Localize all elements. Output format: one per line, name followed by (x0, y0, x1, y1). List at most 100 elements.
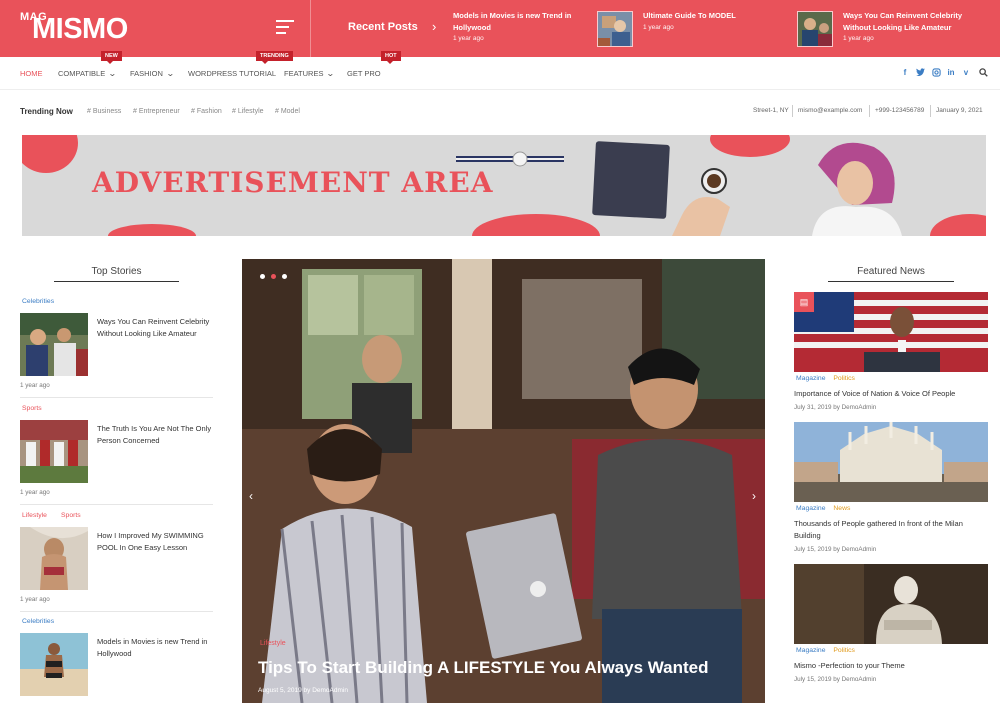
trending-tag-lifestyle[interactable]: # Lifestyle (232, 108, 264, 115)
divider (930, 105, 931, 117)
featured-image[interactable] (794, 422, 988, 502)
category-lifestyle[interactable]: Lifestyle (22, 512, 47, 519)
nav-label: WORDPRESS TUTORIAL (188, 69, 277, 78)
recent-posts-label: Recent Posts (348, 21, 418, 33)
top-stories-title: Top Stories (91, 266, 142, 277)
story-title[interactable]: Models in Movies is new Trend in Hollywo… (97, 636, 212, 659)
nav-item-wordpress-tutorial[interactable]: WORDPRESS TUTORIAL TRENDING (188, 51, 293, 78)
featured-image[interactable] (794, 292, 988, 372)
trending-tag-business[interactable]: # Business (87, 108, 121, 115)
site-logo[interactable]: MAG MISMO (20, 10, 150, 48)
featured-image[interactable] (794, 564, 988, 644)
category-magazine[interactable]: Magazine (796, 375, 825, 382)
hot-badge: HOT (381, 51, 401, 64)
story-title[interactable]: Ways You Can Reinvent Celebrity Without … (97, 316, 212, 339)
nav-item-fashion[interactable]: FASHION ⌄ (130, 69, 175, 78)
category-politics[interactable]: Politics (833, 647, 855, 654)
story-thumbnail[interactable] (20, 420, 88, 483)
nav-item-features[interactable]: FEATURES ⌄ (284, 69, 335, 78)
advertisement-banner[interactable]: ADVERTISEMENT AREA (22, 135, 986, 236)
recent-post-3[interactable]: Ways You Can Reinvent Celebrity Without … (843, 10, 973, 48)
nav-item-get-pro[interactable]: GET PRO HOT (347, 51, 401, 78)
linkedin-icon[interactable]: in (946, 68, 956, 78)
site-header: MAG MISMO Recent Posts › Models in Movie… (0, 0, 1000, 57)
featured-categories: Magazine Politics (796, 375, 855, 382)
recent-post-thumbnail[interactable] (797, 11, 833, 47)
nav-label: FASHION (130, 69, 163, 78)
story-title[interactable]: The Truth Is You Are Not The Only Person… (97, 423, 212, 446)
logo-name: MISMO (32, 13, 128, 45)
story-time: 1 year ago (20, 489, 50, 496)
divider (869, 105, 870, 117)
category-magazine[interactable]: Magazine (796, 505, 825, 512)
recent-post-time: 1 year ago (643, 23, 674, 31)
hamburger-menu-icon[interactable] (276, 20, 294, 34)
story-thumbnail[interactable] (20, 633, 88, 696)
slider-next-button[interactable]: › (752, 489, 756, 503)
slider-dot-active[interactable] (271, 274, 276, 279)
slide-category[interactable]: Lifestyle (260, 640, 286, 647)
advertisement-text: ADVERTISEMENT AREA (92, 166, 494, 199)
vimeo-icon[interactable]: v (961, 68, 971, 78)
recent-post-time: 1 year ago (843, 35, 874, 42)
slider-prev-button[interactable]: ‹ (249, 489, 253, 503)
trending-badge: TRENDING (256, 51, 293, 64)
recent-post-title: Ways You Can Reinvent Celebrity Without … (843, 11, 963, 32)
story-thumbnail[interactable] (20, 313, 88, 376)
title-underline (54, 281, 179, 282)
nav-item-home[interactable]: HOME (20, 69, 43, 78)
trending-now-label: Trending Now (20, 107, 73, 116)
date-text: January 9, 2021 (936, 107, 983, 114)
divider (20, 397, 213, 398)
nav-item-compatible[interactable]: COMPATIBLE ⌄ NEW (58, 51, 122, 78)
phone-text: +999-123456789 (875, 107, 925, 114)
category-politics[interactable]: Politics (833, 375, 855, 382)
recent-post-thumbnail[interactable] (597, 11, 633, 47)
chevron-down-icon: ⌄ (165, 69, 175, 78)
instagram-icon[interactable] (931, 68, 941, 78)
address-text: Street-1, NY (753, 107, 789, 114)
category-sports[interactable]: Sports (22, 405, 42, 412)
featured-title[interactable]: Importance of Voice of Nation & Voice Of… (794, 388, 988, 400)
slide-meta: August 5, 2019 by DemoAdmin (258, 687, 348, 694)
featured-meta: July 15, 2019 by DemoAdmin (794, 676, 877, 683)
slider-dot[interactable] (282, 274, 287, 279)
divider (20, 611, 213, 612)
chevron-down-icon: ⌄ (108, 69, 117, 78)
trending-tag-model[interactable]: # Model (275, 108, 300, 115)
chevron-right-icon[interactable]: › (432, 19, 436, 34)
slider-dot[interactable] (260, 274, 265, 279)
main-nav: HOME COMPATIBLE ⌄ NEW FASHION ⌄ WORDPRESS … (0, 51, 1000, 90)
featured-meta: July 15, 2019 by DemoAdmin (794, 546, 877, 553)
featured-title[interactable]: Thousands of People gathered In front of… (794, 518, 988, 541)
twitter-icon[interactable] (915, 68, 925, 78)
facebook-icon[interactable]: f (900, 68, 910, 78)
category-celebrities[interactable]: Celebrities (22, 618, 54, 625)
recent-post-1[interactable]: Models in Movies is new Trend in Hollywo… (453, 10, 583, 48)
featured-slider[interactable] (242, 259, 765, 703)
recent-post-title: Ultimate Guide To MODEL (643, 11, 736, 20)
trending-tag-entrepreneur[interactable]: # Entrepreneur (133, 108, 180, 115)
trending-tag-fashion[interactable]: # Fashion (191, 108, 222, 115)
featured-title[interactable]: Mismo -Perfection to your Theme (794, 660, 988, 672)
category-news[interactable]: News (833, 505, 850, 512)
featured-news-title: Featured News (857, 266, 925, 277)
recent-post-time: 1 year ago (453, 35, 484, 42)
header-divider (310, 0, 311, 57)
recent-post-title: Models in Movies is new Trend in Hollywo… (453, 11, 572, 32)
story-time: 1 year ago (20, 382, 50, 389)
featured-meta: July 31, 2019 by DemoAdmin (794, 404, 877, 411)
divider (20, 504, 213, 505)
recent-post-2[interactable]: Ultimate Guide To MODEL 1 year ago (643, 10, 753, 48)
search-icon[interactable] (978, 68, 988, 78)
story-time: 1 year ago (20, 596, 50, 603)
category-magazine[interactable]: Magazine (796, 647, 825, 654)
slide-title[interactable]: Tips To Start Building A LIFESTYLE You A… (258, 658, 709, 678)
story-title[interactable]: How I Improved My SWIMMING POOL In One E… (97, 530, 212, 553)
nav-label: FEATURES (284, 69, 324, 78)
story-thumbnail[interactable] (20, 527, 88, 590)
category-celebrities[interactable]: Celebrities (22, 298, 54, 305)
nav-label: COMPATIBLE (58, 69, 106, 78)
email-link[interactable]: mismo@example.com (798, 107, 862, 114)
category-sports[interactable]: Sports (61, 512, 81, 519)
